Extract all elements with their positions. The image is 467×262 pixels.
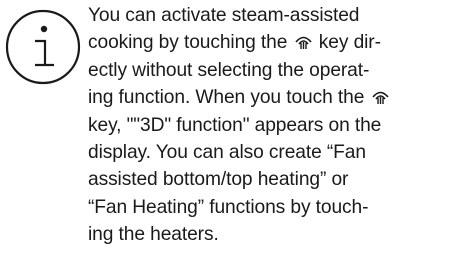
note-line: key, ""3D" function" appears on the bbox=[88, 114, 382, 136]
note-line: ectly without selecting the operat- bbox=[88, 59, 370, 81]
note-line: assisted bottom/top heating” or bbox=[88, 169, 349, 191]
note-line: “Fan Heating” functions by touch- bbox=[88, 196, 369, 218]
info-icon bbox=[5, 9, 81, 85]
note-line: You can activate steam-assisted bbox=[88, 5, 360, 26]
steam-key-icon bbox=[294, 37, 312, 50]
steam-key-icon bbox=[371, 91, 389, 105]
info-note-text: You can activate steam-assisted cooking … bbox=[88, 2, 460, 249]
note-line: display. You can also create “Fan bbox=[88, 142, 366, 164]
note-line: ing function. When you touch the bbox=[88, 84, 460, 111]
note-line: cooking by touching the key dir- bbox=[88, 32, 381, 54]
note-line: ing the heaters. bbox=[88, 224, 219, 246]
